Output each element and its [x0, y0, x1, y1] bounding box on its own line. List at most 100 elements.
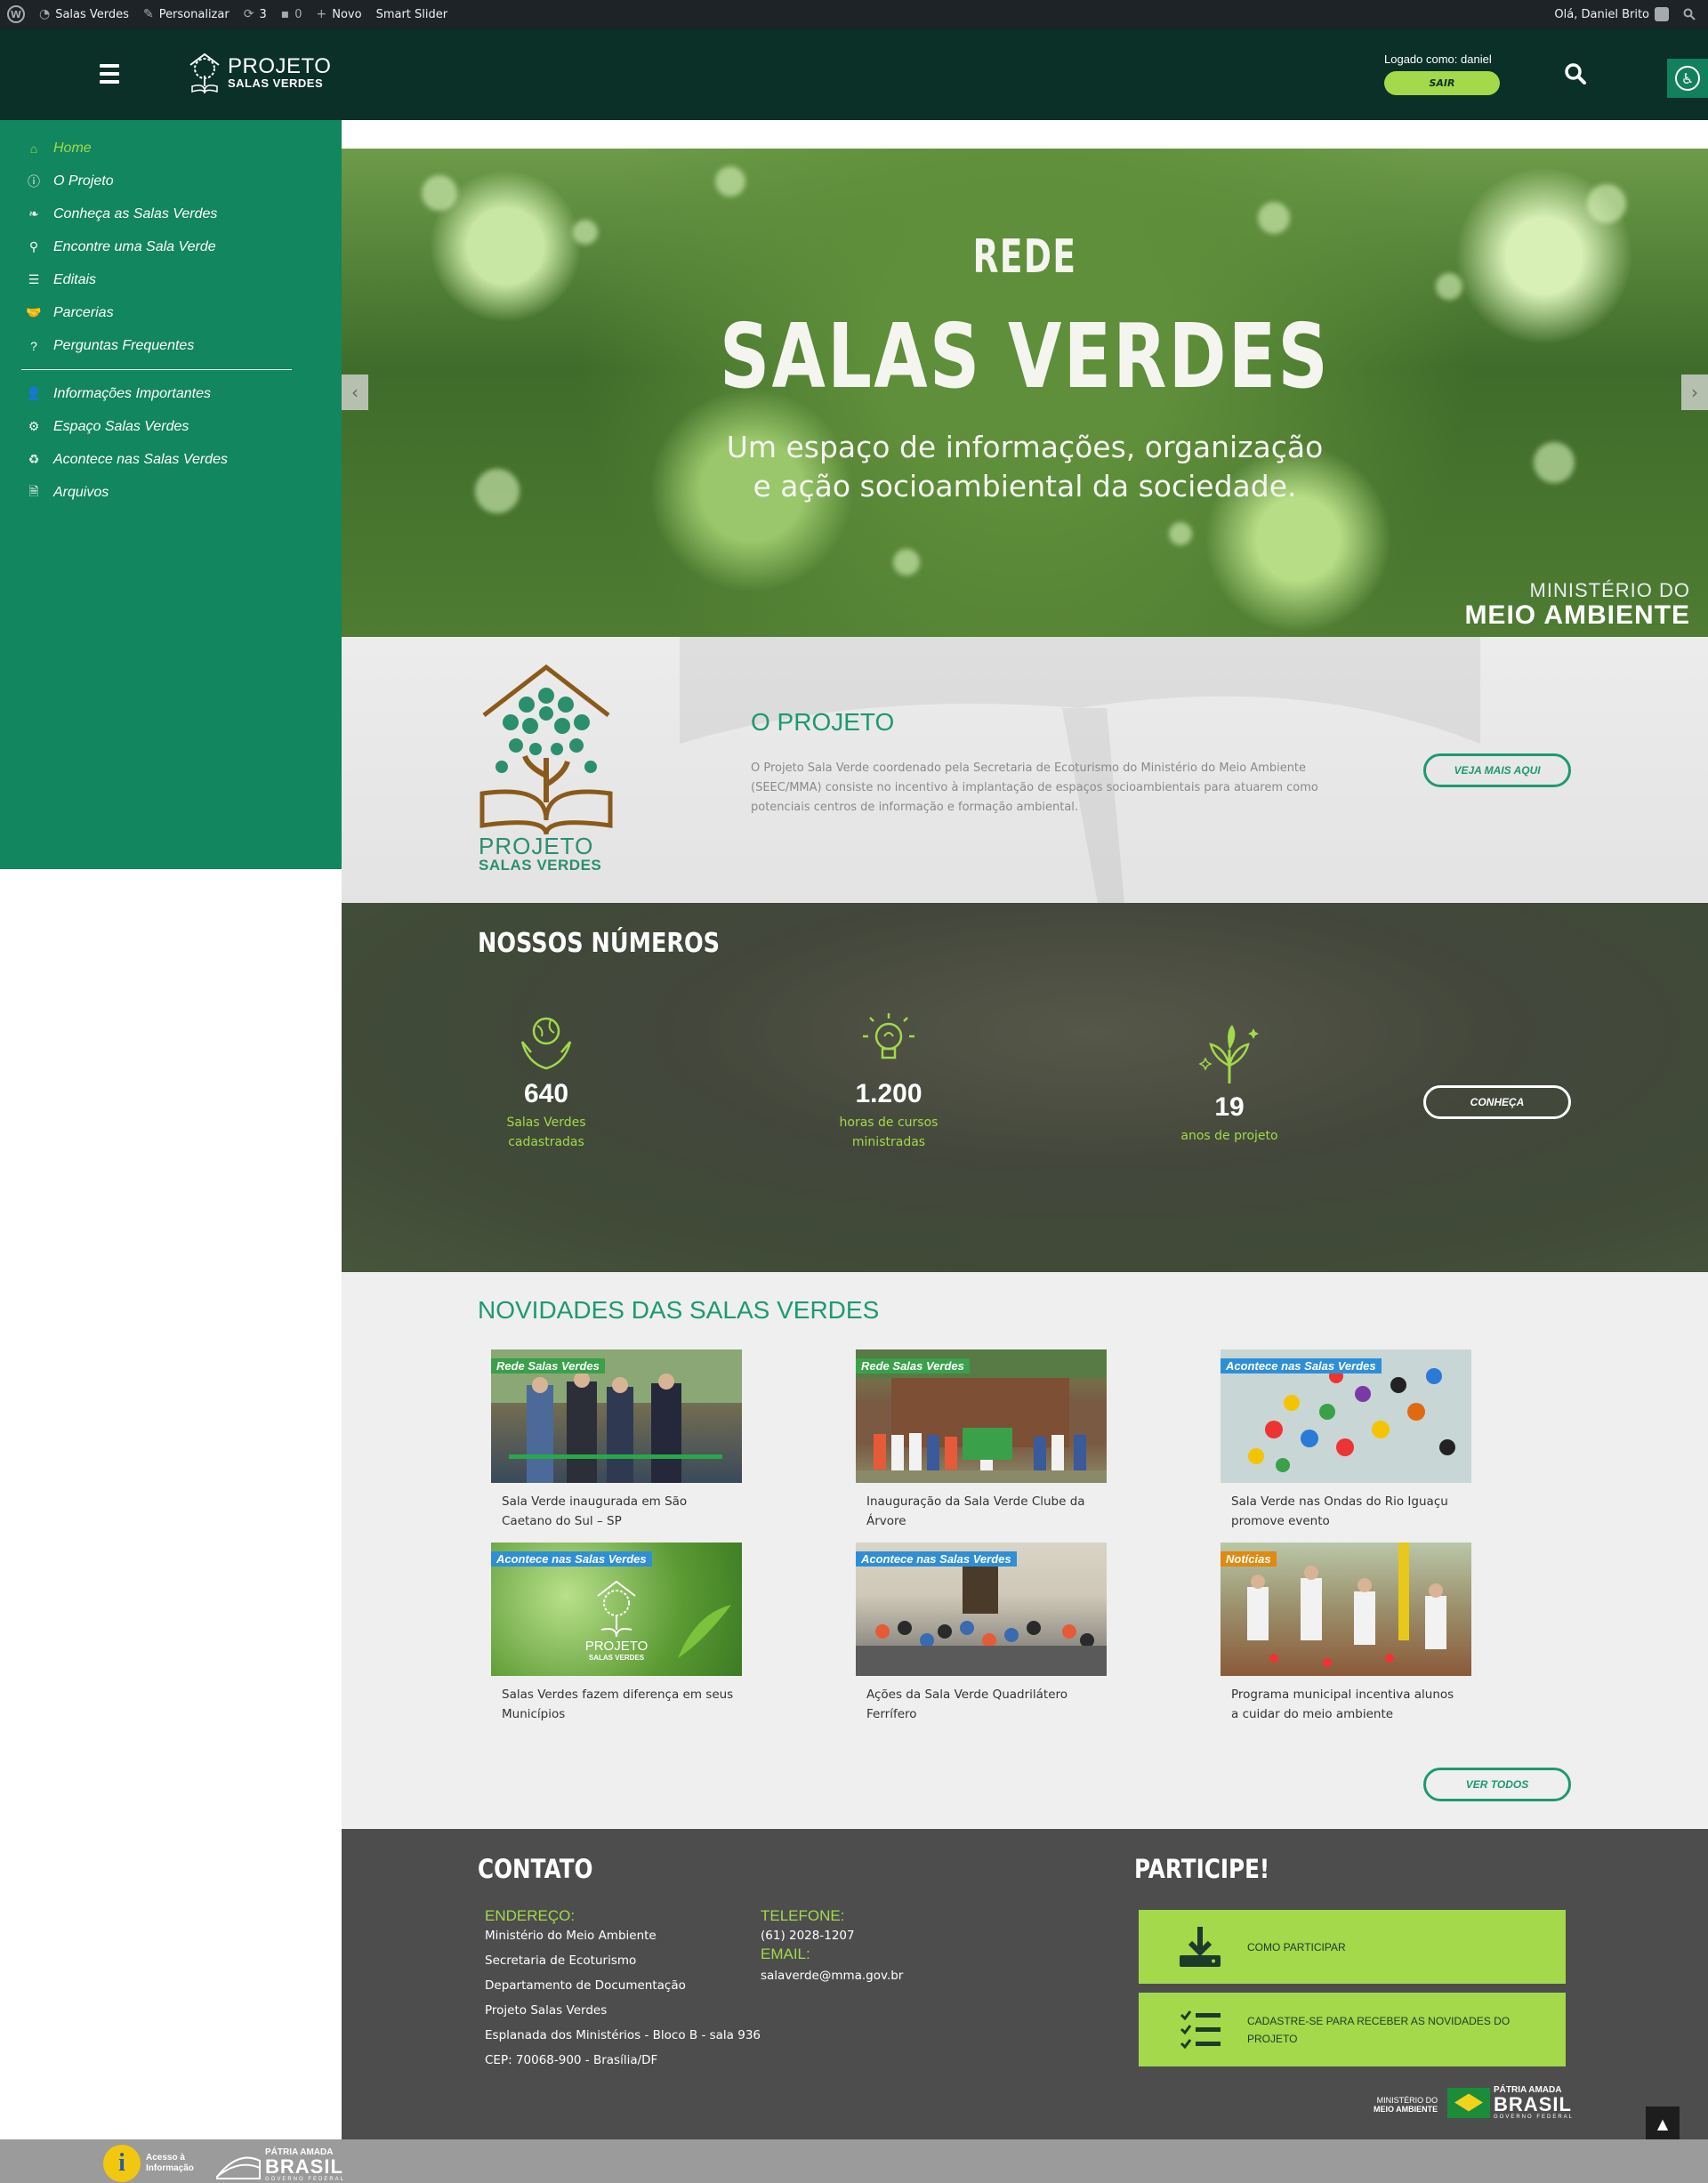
news-title-link[interactable]: Ações da Sala Verde Quadrilátero Ferrífe…	[856, 1685, 1107, 1724]
sidebar-nav: ⌂ Home ⓘ O Projeto ❧ Conheça as Salas Ve…	[0, 120, 342, 869]
news-card[interactable]: Rede Salas Verdes Inauguração da Sala Ve…	[856, 1349, 1107, 1531]
sidebar-item-espaco[interactable]: ⚙ Espaço Salas Verdes	[0, 410, 342, 443]
accessibility-icon: ♿	[1675, 66, 1700, 91]
news-card[interactable]: Acontece nas Salas Verdes Sala Verde nas…	[1221, 1349, 1471, 1531]
sidebar-item-editais[interactable]: ☰ Editais	[0, 263, 342, 296]
email-link[interactable]: salaverde@mma.gov.br	[761, 1969, 903, 1983]
scroll-to-top-button[interactable]: ▲	[1646, 2106, 1680, 2140]
brush-icon: ✎	[142, 7, 154, 21]
sidebar-item-perguntas[interactable]: ? Perguntas Frequentes	[0, 329, 342, 362]
contato-section: CONTATO ENDEREÇO: Ministério do Meio Amb…	[342, 1829, 1708, 2142]
news-title-link[interactable]: Inauguração da Sala Verde Clube da Árvor…	[856, 1492, 1107, 1531]
adminbar-search-button[interactable]	[1676, 0, 1703, 28]
news-card[interactable]: PROJETO SALAS VERDES Acontece nas Salas …	[491, 1543, 742, 1724]
news-title-link[interactable]: Programa municipal incentiva alunos a cu…	[1221, 1685, 1471, 1724]
news-title-link[interactable]: Salas Verdes fazem diferença em seus Mun…	[491, 1685, 742, 1724]
projeto-logo-icon	[479, 664, 613, 835]
updates-link[interactable]: ⟳ 3	[237, 0, 274, 28]
email-label: EMAIL:	[761, 1945, 810, 1962]
news-thumbnail[interactable]: Acontece nas Salas Verdes	[1221, 1349, 1471, 1483]
stat-value: 19	[1214, 1092, 1245, 1122]
stat-label: anos de projeto	[1180, 1129, 1278, 1143]
category-badge[interactable]: Acontece nas Salas Verdes	[491, 1551, 652, 1567]
acesso-informacao-link[interactable]: i Acesso à Informação	[103, 2145, 194, 2182]
endereco-label: ENDEREÇO:	[485, 1907, 576, 1924]
endereco-line: Secretaria de Ecoturismo	[485, 1953, 637, 1968]
gov-bottom-bar: i Acesso à Informação PÁTRIA AMADA BRASI…	[0, 2139, 1708, 2183]
site-name-link[interactable]: ◔ Salas Verdes	[32, 0, 136, 28]
news-thumbnail[interactable]: Notícias	[1221, 1543, 1471, 1676]
patria-amada-brasil-logo: PÁTRIA AMADA BRASIL GOVERNO FEDERAL	[1447, 2085, 1574, 2120]
refresh-icon: ⟳	[243, 7, 254, 21]
question-icon: ?	[30, 338, 37, 353]
search-icon[interactable]	[1564, 62, 1587, 85]
sidebar-item-o-projeto[interactable]: ⓘ O Projeto	[0, 165, 342, 197]
tree-book-logo-icon	[189, 52, 220, 94]
smart-slider-link[interactable]: Smart Slider	[369, 0, 455, 28]
info-icon: i	[103, 2145, 141, 2182]
news-title-link[interactable]: Sala Verde inaugurada em São Caetano do …	[491, 1492, 742, 1531]
sidebar-item-parcerias[interactable]: 🤝 Parcerias	[0, 296, 342, 329]
ministry-line2: MEIO AMBIENTE	[1464, 600, 1690, 630]
patria-amada-brasil-logo[interactable]: PÁTRIA AMADA BRASIL GOVERNO FEDERAL	[215, 2147, 345, 2182]
projeto-section: PROJETO SALAS VERDES O PROJETO O Projeto…	[342, 637, 1708, 903]
cadastre-se-button[interactable]: CADASTRE-SE PARA RECEBER AS NOVIDADES DO…	[1139, 1993, 1566, 2066]
novidades-section: NOVIDADES DAS SALAS VERDES Rede Salas Ve…	[342, 1272, 1708, 1829]
como-participar-button[interactable]: COMO PARTICIPAR	[1139, 1910, 1566, 1984]
globe-hands-icon	[520, 1017, 572, 1070]
endereco-line: CEP: 70068-900 - Brasília/DF	[485, 2053, 658, 2067]
news-card[interactable]: Rede Salas Verdes Sala Verde inaugurada …	[491, 1349, 742, 1531]
stat-salas: 640 Salas Verdes cadastradas	[475, 1010, 617, 1152]
endereco-line: Departamento de Documentação	[485, 1978, 686, 1993]
category-badge[interactable]: Acontece nas Salas Verdes	[856, 1551, 1017, 1567]
wordpress-logo-button[interactable]: W	[0, 0, 32, 28]
contato-title: CONTATO	[478, 1854, 593, 1884]
ver-todos-button[interactable]: VER TODOS	[1423, 1768, 1571, 1801]
projeto-logo-subtitle: SALAS VERDES	[479, 857, 602, 874]
news-thumbnail[interactable]: Acontece nas Salas Verdes	[856, 1543, 1107, 1676]
sprout-icon	[1198, 1025, 1259, 1083]
stat-anos: 19 anos de projeto	[1158, 1023, 1301, 1146]
avatar	[1655, 7, 1669, 21]
comments-link[interactable]: ▪ 0	[274, 0, 310, 28]
stat-label: Salas Verdes cadastradas	[506, 1116, 586, 1149]
news-thumbnail[interactable]: Rede Salas Verdes	[491, 1349, 742, 1483]
lightbulb-icon	[863, 1013, 914, 1059]
news-title-link[interactable]: Sala Verde nas Ondas do Rio Iguaçu promo…	[1221, 1492, 1471, 1531]
slider-prev-button[interactable]: ‹	[342, 375, 368, 410]
projeto-title: O PROJETO	[751, 708, 895, 736]
menu-toggle-button[interactable]	[100, 64, 119, 84]
slider-next-button[interactable]: ›	[1681, 375, 1708, 410]
novidades-title: NOVIDADES DAS SALAS VERDES	[478, 1296, 880, 1324]
news-thumbnail[interactable]: Rede Salas Verdes	[856, 1349, 1107, 1483]
new-content-link[interactable]: + Novo	[310, 0, 369, 28]
sidebar-item-arquivos[interactable]: 🗎 Arquivos	[0, 476, 342, 509]
leaf-icon: ❧	[28, 206, 39, 221]
thumb-logo-title: PROJETO	[584, 1639, 649, 1654]
sidebar-item-home[interactable]: ⌂ Home	[0, 132, 342, 165]
telefone-value: (61) 2028-1207	[761, 1929, 855, 1943]
account-menu[interactable]: Olá, Daniel Brito	[1547, 0, 1676, 28]
sidebar-item-conheca[interactable]: ❧ Conheça as Salas Verdes	[0, 197, 342, 230]
hero-slider[interactable]: REDE SALAS VERDES Um espaço de informaçõ…	[342, 149, 1708, 637]
accessibility-button[interactable]: ♿	[1667, 59, 1708, 98]
sidebar-divider	[21, 369, 292, 370]
category-badge[interactable]: Acontece nas Salas Verdes	[1221, 1358, 1382, 1373]
download-icon	[1180, 1926, 1221, 1967]
sidebar-item-informacoes[interactable]: 👤 Informações Importantes	[0, 377, 342, 410]
logout-button[interactable]: SAIR	[1384, 71, 1500, 95]
news-thumbnail[interactable]: PROJETO SALAS VERDES Acontece nas Salas …	[491, 1543, 742, 1676]
news-card[interactable]: Notícias Programa municipal incentiva al…	[1221, 1543, 1471, 1724]
category-badge[interactable]: Rede Salas Verdes	[856, 1358, 970, 1373]
category-badge[interactable]: Notícias	[1221, 1551, 1277, 1567]
sidebar-item-encontre[interactable]: ⚲ Encontre uma Sala Verde	[0, 230, 342, 263]
site-logo[interactable]: PROJETO SALAS VERDES	[187, 51, 331, 95]
customize-link[interactable]: ✎ Personalizar	[136, 0, 237, 28]
news-card[interactable]: Acontece nas Salas Verdes Ações da Sala …	[856, 1543, 1107, 1724]
category-badge[interactable]: Rede Salas Verdes	[491, 1358, 605, 1373]
veja-mais-button[interactable]: VEJA MAIS AQUI	[1423, 753, 1571, 787]
sidebar-item-acontece[interactable]: ♻ Acontece nas Salas Verdes	[0, 443, 342, 476]
conheca-button[interactable]: CONHEÇA	[1423, 1085, 1571, 1119]
mma-logo: MINISTÉRIO DO MEIO AMBIENTE	[1374, 2096, 1438, 2114]
brazil-flag-icon	[1447, 2087, 1490, 2118]
